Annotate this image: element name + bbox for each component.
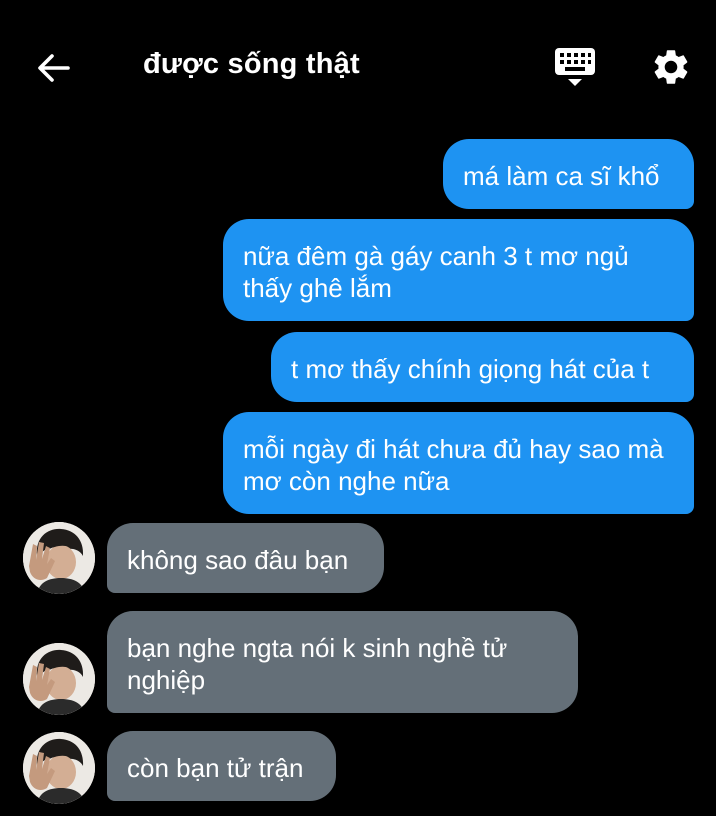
chat-title: được sống thật xyxy=(143,48,360,80)
avatar-image xyxy=(23,732,95,804)
settings-button[interactable] xyxy=(646,42,696,92)
incoming-message[interactable]: còn bạn tử trận xyxy=(107,731,336,801)
avatar[interactable] xyxy=(23,732,95,804)
message-text: nữa đêm gà gáy canh 3 t mơ ngủ thấy ghê … xyxy=(243,241,629,303)
outgoing-message[interactable]: nữa đêm gà gáy canh 3 t mơ ngủ thấy ghê … xyxy=(223,219,694,321)
message-text: còn bạn tử trận xyxy=(127,753,304,783)
incoming-message[interactable]: bạn nghe ngta nói k sinh nghề tử nghiệp xyxy=(107,611,578,713)
outgoing-message[interactable]: t mơ thấy chính giọng hát của t xyxy=(271,332,694,402)
avatar-image xyxy=(23,522,95,594)
keyboard-button[interactable] xyxy=(550,42,600,92)
chat-header: được sống thật xyxy=(0,0,716,130)
keyboard-icon xyxy=(555,48,595,86)
back-button[interactable] xyxy=(30,46,76,90)
avatar[interactable] xyxy=(23,643,95,715)
outgoing-message[interactable]: mỗi ngày đi hát chưa đủ hay sao mà mơ cò… xyxy=(223,412,694,514)
outgoing-message[interactable]: má làm ca sĩ khổ xyxy=(443,139,694,209)
message-text: bạn nghe ngta nói k sinh nghề tử nghiệp xyxy=(127,633,508,695)
avatar[interactable] xyxy=(23,522,95,594)
incoming-message[interactable]: không sao đâu bạn xyxy=(107,523,384,593)
message-text: t mơ thấy chính giọng hát của t xyxy=(291,354,650,384)
avatar-image xyxy=(23,643,95,715)
gear-icon xyxy=(654,50,688,84)
message-text: má làm ca sĩ khổ xyxy=(463,161,660,191)
message-text: mỗi ngày đi hát chưa đủ hay sao mà mơ cò… xyxy=(243,434,664,496)
arrow-left-icon xyxy=(38,54,70,82)
message-text: không sao đâu bạn xyxy=(127,545,349,575)
